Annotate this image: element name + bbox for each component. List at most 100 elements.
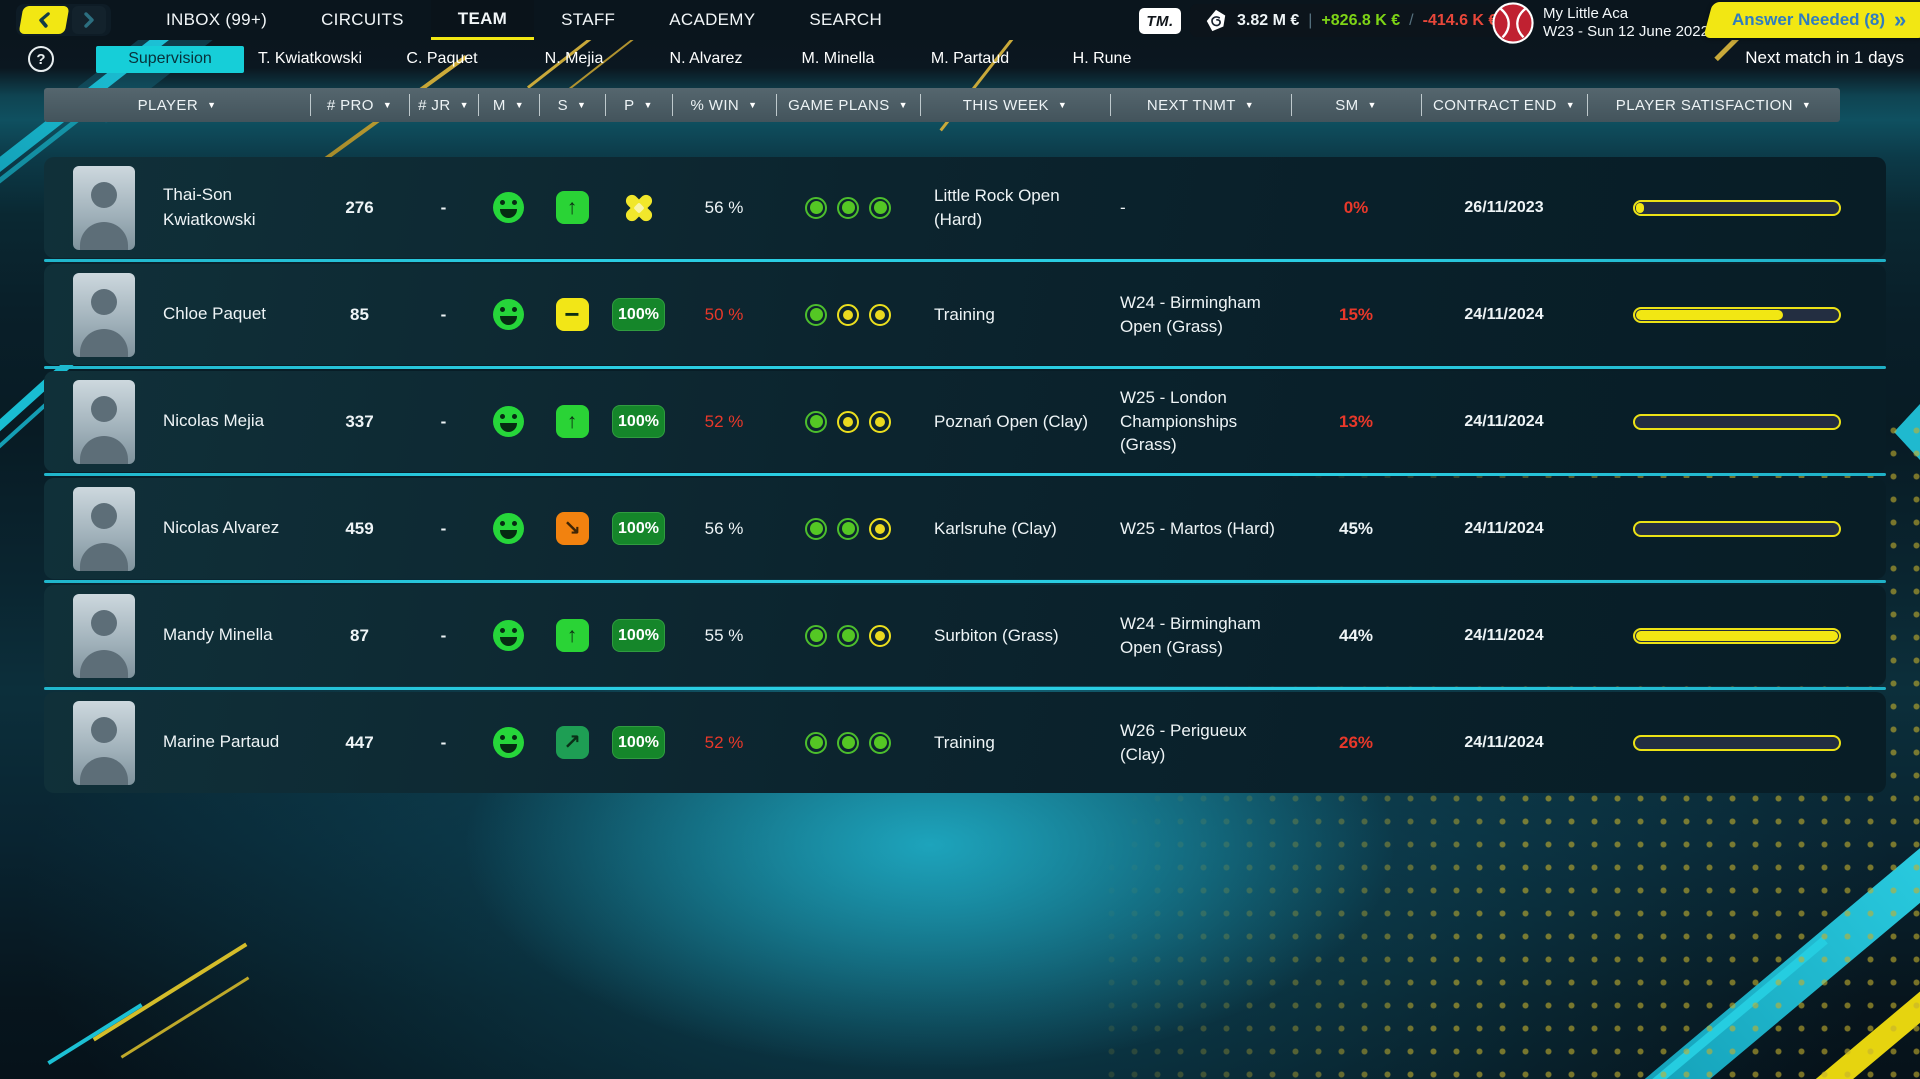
subnav-tab-m-partaud[interactable]: M. Partaud <box>904 50 1036 68</box>
contract-end: 24/11/2024 <box>1421 627 1587 645</box>
next-tournament: W25 - London Championships (Grass) <box>1110 386 1291 457</box>
pro-rank: 447 <box>310 733 409 753</box>
nav-tab-staff[interactable]: STAFF <box>534 0 642 40</box>
sort-caret-icon: ▼ <box>1368 100 1377 110</box>
player-row[interactable]: Nicolas Mejia 337 - ↑ 100% 52 % Poznań O… <box>44 371 1886 472</box>
nav-tab-inbox-99[interactable]: INBOX (99+) <box>139 0 294 40</box>
form-trend-icon: ↑ <box>556 619 589 652</box>
club-name: My Little Aca <box>1543 5 1709 23</box>
club-info[interactable]: My Little Aca W23 - Sun 12 June 2022 <box>1492 2 1709 44</box>
column-header-s[interactable]: S▼ <box>539 88 605 122</box>
subnav-tab-c-paquet[interactable]: C. Paquet <box>376 50 508 68</box>
satisfaction-bar <box>1633 521 1841 537</box>
club-logo-tennis-ball-icon <box>1492 2 1534 44</box>
form-trend-icon: ↘ <box>556 512 589 545</box>
game-plan-dot-green <box>837 197 859 219</box>
player-row[interactable]: Nicolas Alvarez 459 - ↘ 100% 56 % Karlsr… <box>44 478 1886 579</box>
column-header-this-week[interactable]: THIS WEEK▼ <box>920 88 1110 122</box>
rows-container: Thai-Son Kwiatkowski 276 - ↑ 56 % Little… <box>44 157 1886 793</box>
win-percent: 52 % <box>672 733 776 753</box>
this-week: Little Rock Open (Hard) <box>920 184 1110 232</box>
sm-percent: 26% <box>1291 733 1421 753</box>
morale-happy-icon <box>493 192 524 223</box>
sub-nav: ? SupervisionT. KwiatkowskiC. PaquetN. M… <box>28 44 1168 74</box>
double-chevron-right-icon: » <box>1894 9 1904 31</box>
sort-caret-icon: ▼ <box>1058 100 1067 110</box>
column-header-next-tnmt[interactable]: NEXT TNMT▼ <box>1110 88 1291 122</box>
chevron-left-icon <box>36 12 53 28</box>
column-label: % WIN <box>691 97 740 114</box>
back-button[interactable] <box>19 6 70 34</box>
physical-cell <box>605 189 672 227</box>
subnav-tab-n-mejia[interactable]: N. Mejia <box>508 50 640 68</box>
game-plans <box>776 625 920 647</box>
column-header-player[interactable]: PLAYER ▼ <box>44 88 310 122</box>
history-arrows <box>16 4 111 36</box>
column-header-jr[interactable]: # JR▼ <box>409 88 478 122</box>
nav-tab-search[interactable]: SEARCH <box>782 0 909 40</box>
form-trend-icon: ↗ <box>556 726 589 759</box>
game-plan-dot-yellow <box>837 304 859 326</box>
player-row[interactable]: Thai-Son Kwiatkowski 276 - ↑ 56 % Little… <box>44 157 1886 258</box>
finance-summary[interactable]: 3.82 M € | +826.8 K € / -414.6 K € <box>1190 4 1511 37</box>
this-week: Karlsruhe (Clay) <box>920 517 1110 541</box>
question-mark-icon: ? <box>36 51 45 68</box>
subnav-tabs: SupervisionT. KwiatkowskiC. PaquetN. Mej… <box>96 46 1168 73</box>
sm-percent: 45% <box>1291 519 1421 539</box>
column-header-player-satisfaction[interactable]: PLAYER SATISFACTION▼ <box>1587 88 1840 122</box>
subnav-tab-n-alvarez[interactable]: N. Alvarez <box>640 50 772 68</box>
table-header: PLAYER▼# PRO▼# JR▼M▼S▼P▼% WIN▼GAME PLANS… <box>44 88 1840 122</box>
row-divider <box>44 580 1886 583</box>
subnav-tab-supervision[interactable]: Supervision <box>96 46 244 73</box>
column-label: PLAYER <box>138 97 198 114</box>
column-label: P <box>624 97 634 114</box>
junior-rank: - <box>409 305 478 325</box>
game-plan-dot-green <box>805 304 827 326</box>
answer-needed-button[interactable]: Answer Needed (8) » <box>1703 2 1920 38</box>
physical-cell: 100% <box>605 405 672 438</box>
nav-tab-circuits[interactable]: CIRCUITS <box>294 0 431 40</box>
player-row[interactable]: Mandy Minella 87 - ↑ 100% 55 % Surbiton … <box>44 585 1886 686</box>
player-row[interactable]: Chloe Paquet 85 - − 100% 50 % Training W… <box>44 264 1886 365</box>
help-button[interactable]: ? <box>28 46 54 72</box>
game-plan-dot-green <box>805 625 827 647</box>
subnav-tab-m-minella[interactable]: M. Minella <box>772 50 904 68</box>
sm-percent: 0% <box>1291 198 1421 218</box>
player-name: Nicolas Alvarez <box>163 516 297 541</box>
subnav-tab-t-kwiatkowski[interactable]: T. Kwiatkowski <box>244 50 376 68</box>
column-header-sm[interactable]: SM▼ <box>1291 88 1421 122</box>
sort-caret-icon: ▼ <box>383 100 392 110</box>
finance-slash: / <box>1409 12 1413 30</box>
form-trend-icon: ↑ <box>556 191 589 224</box>
contract-end: 24/11/2024 <box>1421 520 1587 538</box>
junior-rank: - <box>409 412 478 432</box>
morale-happy-icon <box>493 406 524 437</box>
form-trend-icon: − <box>556 298 589 331</box>
column-header-win[interactable]: % WIN▼ <box>672 88 776 122</box>
contract-end: 24/11/2024 <box>1421 306 1587 324</box>
player-avatar <box>73 487 135 571</box>
sort-caret-icon: ▼ <box>1245 100 1254 110</box>
sort-caret-icon: ▼ <box>515 100 524 110</box>
sort-caret-icon: ▼ <box>207 100 216 110</box>
column-header-contract-end[interactable]: CONTRACT END▼ <box>1421 88 1587 122</box>
next-tournament: W26 - Perigueux (Clay) <box>1110 719 1291 767</box>
column-header-p[interactable]: P▼ <box>605 88 672 122</box>
this-week: Training <box>920 303 1110 327</box>
column-header-game-plans[interactable]: GAME PLANS▼ <box>776 88 920 122</box>
nav-tab-team[interactable]: TEAM <box>431 0 534 40</box>
forward-button[interactable] <box>72 6 106 34</box>
game-plan-dot-green <box>837 732 859 754</box>
main-nav: INBOX (99+)CIRCUITSTEAMSTAFFACADEMYSEARC… <box>139 0 909 40</box>
column-header-pro[interactable]: # PRO▼ <box>310 88 409 122</box>
morale-happy-icon <box>493 620 524 651</box>
sort-caret-icon: ▼ <box>899 100 908 110</box>
pro-rank: 337 <box>310 412 409 432</box>
column-header-m[interactable]: M▼ <box>478 88 539 122</box>
physical-percent-badge: 100% <box>612 619 665 652</box>
next-tournament: W25 - Martos (Hard) <box>1110 517 1291 541</box>
finance-separator: | <box>1308 12 1312 30</box>
subnav-tab-h-rune[interactable]: H. Rune <box>1036 50 1168 68</box>
nav-tab-academy[interactable]: ACADEMY <box>642 0 782 40</box>
player-row[interactable]: Marine Partaud 447 - ↗ 100% 52 % Trainin… <box>44 692 1886 793</box>
